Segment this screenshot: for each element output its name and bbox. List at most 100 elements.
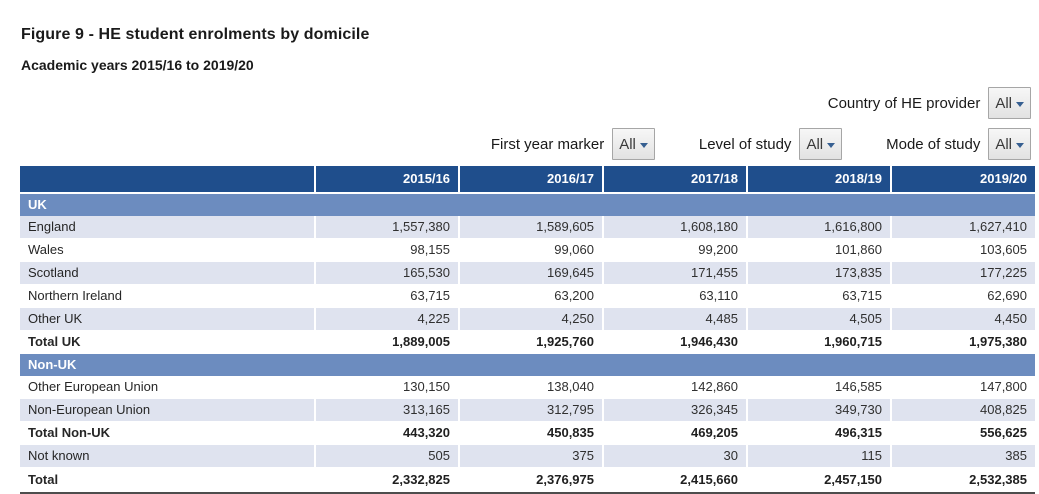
filter-label: Mode of study [886, 136, 980, 153]
table-row: Total2,332,8252,376,9752,415,6602,457,15… [20, 468, 1035, 494]
dropdown-value: All [806, 136, 823, 153]
value-cell: 103,605 [891, 239, 1035, 262]
value-cell: 1,608,180 [603, 216, 747, 239]
filter-row-bottom: First year marker All Level of study All… [491, 128, 1031, 160]
value-cell: 63,200 [459, 285, 603, 308]
value-cell: 4,485 [603, 308, 747, 331]
value-cell: 4,250 [459, 308, 603, 331]
value-cell: 312,795 [459, 399, 603, 422]
page-subtitle: Academic years 2015/16 to 2019/20 [21, 57, 254, 73]
filter-country-of-he-provider: Country of HE provider All [828, 87, 1031, 119]
value-cell: 4,505 [747, 308, 891, 331]
level-of-study-dropdown[interactable]: All [799, 128, 842, 160]
mode-of-study-dropdown[interactable]: All [988, 128, 1031, 160]
row-label: Total [20, 468, 315, 494]
section-row: UK [20, 193, 1035, 216]
column-header-year: 2018/19 [747, 166, 891, 193]
value-cell: 443,320 [315, 422, 459, 445]
value-cell: 385 [891, 445, 1035, 468]
filter-first-year-marker: First year marker All [491, 128, 655, 160]
table-row: Other European Union130,150138,040142,86… [20, 376, 1035, 399]
row-label: Total Non-UK [20, 422, 315, 445]
value-cell: 4,450 [891, 308, 1035, 331]
row-label: England [20, 216, 315, 239]
chevron-down-icon [1016, 102, 1024, 107]
value-cell: 313,165 [315, 399, 459, 422]
value-cell: 63,110 [603, 285, 747, 308]
filter-mode-of-study: Mode of study All [886, 128, 1031, 160]
column-header-blank [20, 166, 315, 193]
row-label: Scotland [20, 262, 315, 285]
chevron-down-icon [1016, 143, 1024, 148]
value-cell: 1,975,380 [891, 331, 1035, 354]
value-cell: 1,589,605 [459, 216, 603, 239]
dropdown-value: All [995, 95, 1012, 112]
value-cell: 171,455 [603, 262, 747, 285]
row-label: Total UK [20, 331, 315, 354]
row-label: Not known [20, 445, 315, 468]
value-cell: 130,150 [315, 376, 459, 399]
filter-row-top: Country of HE provider All [828, 87, 1031, 119]
filter-label: First year marker [491, 136, 604, 153]
value-cell: 1,960,715 [747, 331, 891, 354]
enrolments-table: 2015/16 2016/17 2017/18 2018/19 2019/20 … [20, 166, 1035, 494]
country-of-he-provider-dropdown[interactable]: All [988, 87, 1031, 119]
value-cell: 2,457,150 [747, 468, 891, 494]
filter-label: Country of HE provider [828, 95, 981, 112]
value-cell: 505 [315, 445, 459, 468]
value-cell: 98,155 [315, 239, 459, 262]
value-cell: 30 [603, 445, 747, 468]
value-cell: 115 [747, 445, 891, 468]
table-row: Non-European Union313,165312,795326,3453… [20, 399, 1035, 422]
section-label: Non-UK [20, 354, 1035, 377]
value-cell: 63,715 [747, 285, 891, 308]
value-cell: 142,860 [603, 376, 747, 399]
value-cell: 2,332,825 [315, 468, 459, 494]
value-cell: 450,835 [459, 422, 603, 445]
value-cell: 408,825 [891, 399, 1035, 422]
value-cell: 1,925,760 [459, 331, 603, 354]
first-year-marker-dropdown[interactable]: All [612, 128, 655, 160]
table-row: Wales98,15599,06099,200101,860103,605 [20, 239, 1035, 262]
value-cell: 1,946,430 [603, 331, 747, 354]
row-label: Wales [20, 239, 315, 262]
row-label: Northern Ireland [20, 285, 315, 308]
value-cell: 496,315 [747, 422, 891, 445]
section-label: UK [20, 193, 1035, 216]
value-cell: 173,835 [747, 262, 891, 285]
value-cell: 469,205 [603, 422, 747, 445]
value-cell: 101,860 [747, 239, 891, 262]
table-row: Not known50537530115385 [20, 445, 1035, 468]
value-cell: 2,376,975 [459, 468, 603, 494]
value-cell: 326,345 [603, 399, 747, 422]
value-cell: 1,616,800 [747, 216, 891, 239]
chevron-down-icon [640, 143, 648, 148]
value-cell: 146,585 [747, 376, 891, 399]
value-cell: 169,645 [459, 262, 603, 285]
value-cell: 63,715 [315, 285, 459, 308]
column-header-year: 2016/17 [459, 166, 603, 193]
value-cell: 177,225 [891, 262, 1035, 285]
page-title: Figure 9 - HE student enrolments by domi… [21, 26, 369, 44]
table-row: Total UK1,889,0051,925,7601,946,4301,960… [20, 331, 1035, 354]
value-cell: 1,889,005 [315, 331, 459, 354]
value-cell: 4,225 [315, 308, 459, 331]
table-header-row: 2015/16 2016/17 2017/18 2018/19 2019/20 [20, 166, 1035, 193]
dropdown-value: All [995, 136, 1012, 153]
table-row: Northern Ireland63,71563,20063,11063,715… [20, 285, 1035, 308]
column-header-year: 2015/16 [315, 166, 459, 193]
value-cell: 1,557,380 [315, 216, 459, 239]
table-body: UKEngland1,557,3801,589,6051,608,1801,61… [20, 193, 1035, 493]
value-cell: 1,627,410 [891, 216, 1035, 239]
value-cell: 99,060 [459, 239, 603, 262]
table-row: Scotland165,530169,645171,455173,835177,… [20, 262, 1035, 285]
row-label: Non-European Union [20, 399, 315, 422]
value-cell: 2,415,660 [603, 468, 747, 494]
value-cell: 62,690 [891, 285, 1035, 308]
table-row: Total Non-UK443,320450,835469,205496,315… [20, 422, 1035, 445]
value-cell: 556,625 [891, 422, 1035, 445]
value-cell: 138,040 [459, 376, 603, 399]
value-cell: 2,532,385 [891, 468, 1035, 494]
column-header-year: 2019/20 [891, 166, 1035, 193]
filter-label: Level of study [699, 136, 792, 153]
